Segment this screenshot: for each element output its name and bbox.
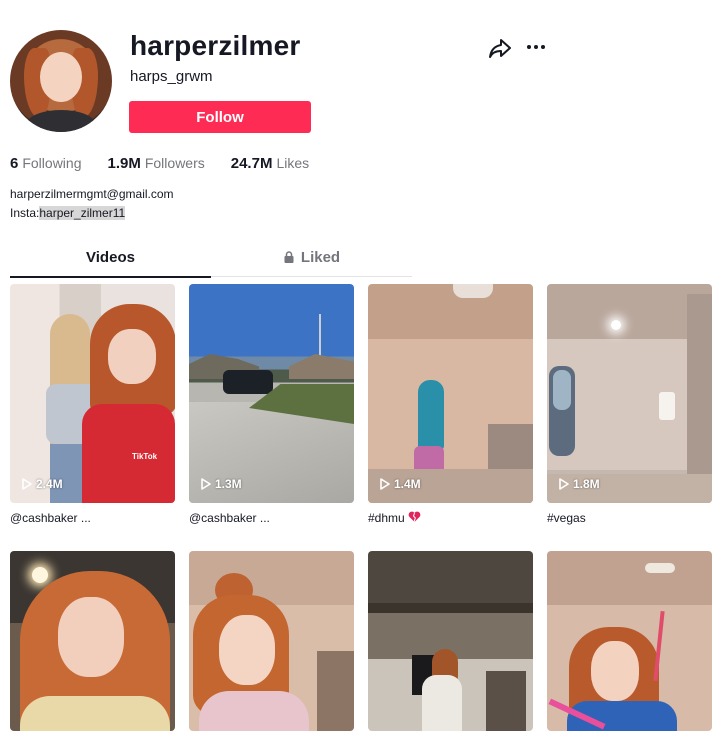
profile-username: harperzilmer [130, 30, 301, 61]
video-caption[interactable]: @cashbaker ... [10, 511, 175, 551]
video-views: 2.4M [22, 477, 63, 491]
tab-label: Liked [300, 249, 341, 266]
bio-insta-handle: harper_zilmer11 [39, 206, 126, 220]
video-card[interactable]: 1.3M @cashbaker ... [189, 284, 354, 551]
stat-label: Likes [276, 155, 310, 171]
video-card[interactable] [547, 551, 712, 731]
view-count: 1.3M [215, 477, 242, 491]
video-card[interactable]: 1.8M #vegas [547, 284, 712, 551]
video-thumbnail[interactable] [189, 551, 354, 731]
broken-heart-icon [408, 511, 421, 523]
view-count: 2.4M [36, 477, 63, 491]
video-caption[interactable]: @cashbaker ... [189, 511, 354, 551]
follow-button[interactable]: Follow [129, 101, 311, 133]
stat-following[interactable]: 6 Following [10, 155, 81, 172]
bio-line-insta: Insta:harper_zilmer11 [10, 204, 174, 223]
caption-text: #dhmu [368, 511, 405, 525]
bio-line-email: harperzilmermgmt@gmail.com [10, 187, 174, 201]
stat-value: 24.7M [230, 155, 273, 172]
stat-label: Following [22, 155, 82, 171]
video-thumbnail[interactable] [368, 551, 533, 731]
video-views: 1.8M [559, 477, 600, 491]
video-card[interactable] [10, 551, 175, 731]
lock-icon [283, 250, 295, 263]
profile-stats: 6 Following 1.9M Followers 24.7M Likes [10, 155, 309, 172]
video-card[interactable] [189, 551, 354, 731]
profile-tabs: Videos Liked [10, 245, 412, 278]
video-card[interactable]: 1.4M #dhmu [368, 284, 533, 551]
video-card[interactable]: TikTok 2.4M @cashbaker ... [10, 284, 175, 551]
active-tab-indicator [10, 276, 211, 278]
profile-avatar[interactable] [10, 30, 112, 132]
video-views: 1.3M [201, 477, 242, 491]
stat-followers[interactable]: 1.9M Followers [107, 155, 204, 172]
stat-value: 6 [10, 155, 19, 172]
video-grid: TikTok 2.4M @cashbaker ... 1.3M @cashbak… [10, 284, 712, 731]
video-caption[interactable]: #vegas [547, 511, 712, 551]
stat-label: Followers [144, 155, 205, 171]
share-icon[interactable] [488, 38, 512, 60]
video-thumbnail[interactable]: 1.8M [547, 284, 712, 503]
play-icon [380, 478, 390, 490]
tiktok-watermark: TikTok [132, 452, 158, 461]
view-count: 1.4M [394, 477, 421, 491]
video-thumbnail[interactable]: TikTok 2.4M [10, 284, 175, 503]
play-icon [559, 478, 569, 490]
tab-videos[interactable]: Videos [10, 249, 211, 266]
play-icon [201, 478, 211, 490]
video-thumbnail[interactable] [10, 551, 175, 731]
profile-nickname: harps_grwm [130, 68, 213, 85]
video-thumbnail[interactable]: 1.3M [189, 284, 354, 503]
video-card[interactable] [368, 551, 533, 731]
tab-liked[interactable]: Liked [211, 249, 412, 266]
video-thumbnail[interactable]: 1.4M [368, 284, 533, 503]
tab-label: Videos [86, 249, 135, 266]
video-thumbnail[interactable] [547, 551, 712, 731]
video-caption[interactable]: #dhmu [368, 511, 533, 551]
profile-bio: harperzilmermgmt@gmail.com Insta:harper_… [10, 185, 174, 223]
stat-likes: 24.7M Likes [231, 155, 309, 172]
bio-insta-prefix: Insta: [10, 206, 40, 220]
more-options-icon[interactable] [524, 37, 548, 57]
view-count: 1.8M [573, 477, 600, 491]
video-views: 1.4M [380, 477, 421, 491]
play-icon [22, 478, 32, 490]
stat-value: 1.9M [107, 155, 141, 172]
